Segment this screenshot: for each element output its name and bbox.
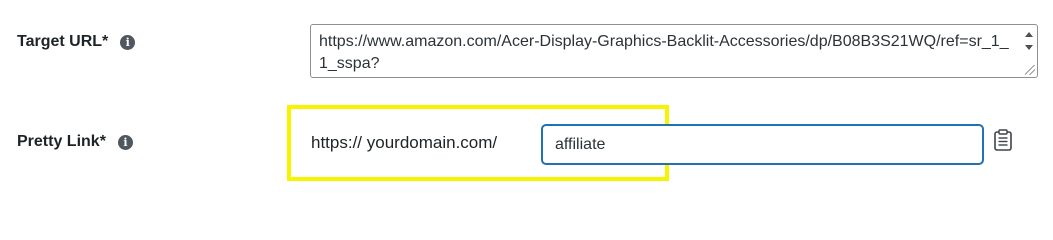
pretty-link-slug-input[interactable] bbox=[542, 125, 983, 164]
pretty-link-label-wrap: Pretty Link* i bbox=[17, 133, 133, 151]
clipboard-icon[interactable] bbox=[993, 129, 1013, 151]
target-url-label-wrap: Target URL* i bbox=[17, 33, 136, 51]
resize-handle-icon[interactable] bbox=[1025, 65, 1035, 75]
info-icon[interactable]: i bbox=[120, 34, 136, 50]
info-icon[interactable]: i bbox=[117, 134, 133, 150]
pretty-link-label: Pretty Link* bbox=[17, 133, 106, 150]
pretty-link-prefix: https:// yourdomain.com/ bbox=[311, 133, 498, 152]
scroll-up-arrow-icon[interactable] bbox=[1025, 32, 1033, 37]
target-url-textarea[interactable]: https://www.amazon.com/Acer-Display-Grap… bbox=[310, 24, 1038, 78]
target-url-label: Target URL* bbox=[17, 33, 109, 50]
target-url-value[interactable]: https://www.amazon.com/Acer-Display-Grap… bbox=[319, 31, 1009, 75]
scroll-down-arrow-icon[interactable] bbox=[1025, 45, 1033, 50]
